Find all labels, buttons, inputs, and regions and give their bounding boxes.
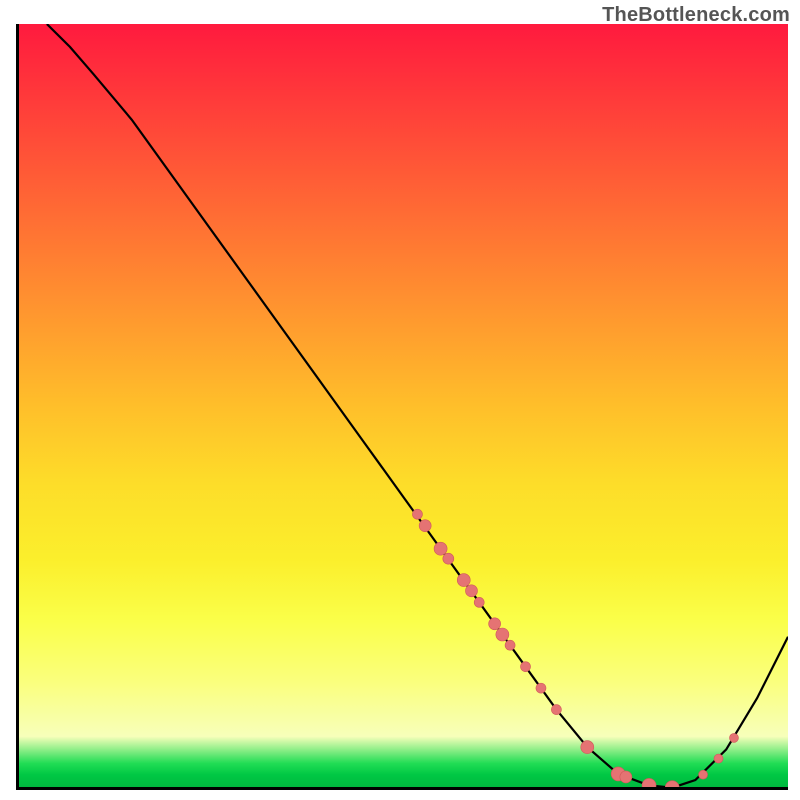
curve-markers — [412, 509, 738, 790]
chart-svg — [16, 24, 788, 790]
curve-marker — [505, 640, 515, 650]
curve-marker — [521, 662, 531, 672]
curve-marker — [474, 597, 484, 607]
curve-marker — [457, 574, 470, 587]
curve-marker — [581, 741, 594, 754]
curve-marker — [496, 628, 509, 641]
curve-marker — [419, 520, 431, 532]
chart-container: TheBottleneck.com — [0, 0, 800, 800]
curve-marker — [443, 553, 454, 564]
bottleneck-curve — [47, 24, 788, 788]
curve-marker — [412, 509, 422, 519]
curve-path — [47, 24, 788, 788]
curve-marker — [642, 778, 656, 790]
curve-marker — [489, 618, 501, 630]
curve-marker — [714, 754, 723, 763]
curve-marker — [536, 683, 546, 693]
curve-marker — [729, 733, 738, 742]
curve-marker — [620, 771, 632, 783]
curve-marker — [665, 781, 679, 790]
curve-marker — [699, 770, 708, 779]
curve-marker — [465, 585, 477, 597]
curve-marker — [551, 705, 561, 715]
plot-area — [16, 24, 788, 790]
curve-marker — [434, 542, 447, 555]
